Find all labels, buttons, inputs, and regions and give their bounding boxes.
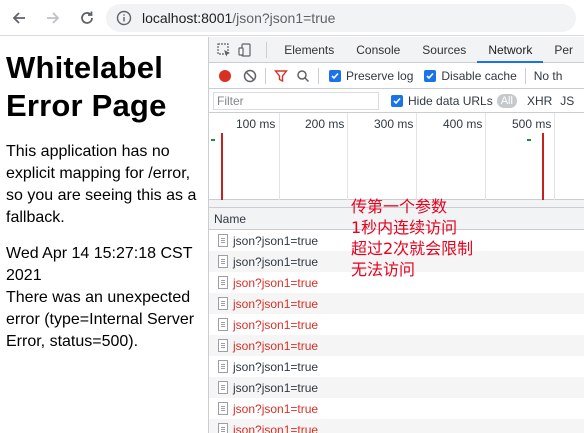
reload-icon <box>81 11 93 24</box>
forward-button[interactable] <box>40 5 66 31</box>
timeline-tick-label: 200 ms <box>305 117 345 131</box>
document-icon <box>218 255 228 268</box>
timeline-load-marker <box>221 133 223 200</box>
forward-arrow-icon <box>47 11 60 24</box>
timeline-load-marker <box>542 133 544 200</box>
request-name: json?json1=true <box>233 359 319 374</box>
request-name: json?json1=true <box>233 422 319 433</box>
toolbar-divider <box>524 67 526 84</box>
error-details: Wed Apr 14 15:27:18 CST 2021 There was a… <box>6 243 208 353</box>
filter-input[interactable]: Filter <box>213 91 379 110</box>
tab-sources[interactable]: Sources <box>411 37 477 63</box>
hide-data-urls-label: Hide data URLs <box>408 93 493 108</box>
request-name: json?json1=true <box>233 254 319 269</box>
clear-icon[interactable] <box>239 65 261 87</box>
request-name: json?json1=true <box>233 380 319 395</box>
table-row[interactable]: json?json1=true <box>209 335 584 356</box>
network-toolbar: Preserve log Disable cache No th <box>209 63 584 89</box>
document-icon <box>218 297 228 310</box>
timeline-gridline <box>485 113 486 200</box>
browser-toolbar: localhost:8001/json?json1=true <box>0 0 584 36</box>
url-path: /json?json1=true <box>232 10 336 26</box>
preserve-log-checkbox[interactable]: Preserve log <box>329 69 413 83</box>
timeline-gridline <box>554 113 555 200</box>
timeline-tick-label: 300 ms <box>374 117 414 131</box>
hide-data-urls-checkbox[interactable]: Hide data URLs <box>391 94 493 108</box>
error-timestamp: Wed Apr 14 15:27:18 CST 2021 <box>6 245 193 284</box>
info-icon[interactable] <box>116 10 132 26</box>
filter-type-all[interactable]: All <box>496 93 517 108</box>
url-text: localhost:8001/json?json1=true <box>142 10 335 26</box>
back-button[interactable] <box>6 5 32 31</box>
document-icon <box>218 339 228 352</box>
checkbox-checked-icon[interactable] <box>424 69 437 82</box>
annotation-line: 1秒内连续访问 <box>351 218 458 237</box>
address-bar[interactable]: localhost:8001/json?json1=true <box>106 4 576 32</box>
table-row[interactable]: json?json1=true <box>209 293 584 314</box>
tabbar-divider <box>266 41 268 58</box>
device-toolbar-icon[interactable] <box>235 38 257 62</box>
annotation-line: 无法访问 <box>351 260 416 279</box>
filter-icon[interactable] <box>270 65 292 87</box>
request-name: json?json1=true <box>233 317 319 332</box>
timeline-request-marker <box>527 139 531 141</box>
tab-network[interactable]: Network <box>477 37 544 63</box>
page-title: Whitelabel Error Page <box>6 50 167 123</box>
table-row[interactable]: json?json1=true <box>209 377 584 398</box>
table-row[interactable]: json?json1=true <box>209 398 584 419</box>
annotation-line: 超过2次就会限制 <box>351 239 474 258</box>
tab-console[interactable]: Console <box>345 37 411 63</box>
network-filter-bar: Filter Hide data URLs All XHR JS <box>209 89 584 113</box>
document-icon <box>218 318 228 331</box>
toolbar-divider <box>318 67 319 84</box>
toolbar-divider <box>265 67 266 84</box>
document-icon <box>218 381 228 394</box>
request-name: json?json1=true <box>233 401 319 416</box>
document-icon <box>218 360 228 373</box>
page-content: Whitelabel Error Page This application h… <box>0 37 208 433</box>
filter-type-xhr[interactable]: XHR <box>527 94 552 108</box>
annotation-note: 传第一个参数 1秒内连续访问 超过2次就会限制 无法访问 <box>351 196 473 280</box>
search-icon[interactable] <box>292 65 314 87</box>
error-message: There was an unexpected error (type=Inte… <box>6 289 195 350</box>
page-description: This application has no explicit mapping… <box>6 143 197 226</box>
timeline-gridline <box>279 113 280 200</box>
request-name: json?json1=true <box>233 296 319 311</box>
devtools-panel: Elements Console Sources Network Per Pre… <box>208 37 584 433</box>
checkbox-checked-icon[interactable] <box>329 69 341 82</box>
table-row[interactable]: json?json1=true <box>209 419 584 433</box>
timeline-tick-label: 100 ms <box>236 117 276 131</box>
filter-type-js[interactable]: JS <box>560 94 574 108</box>
timeline-request-marker <box>211 139 215 141</box>
back-arrow-icon <box>12 11 25 24</box>
tab-performance[interactable]: Per <box>543 37 584 63</box>
devtools-tabbar: Elements Console Sources Network Per <box>209 37 584 63</box>
url-host: localhost:8001 <box>142 10 233 26</box>
tab-elements[interactable]: Elements <box>273 37 345 63</box>
reload-button[interactable] <box>74 5 100 31</box>
throttling-select[interactable]: No th <box>534 69 563 83</box>
document-icon <box>218 234 228 247</box>
document-icon <box>218 402 228 415</box>
disable-cache-label: Disable cache <box>441 68 517 83</box>
annotation-line: 传第一个参数 <box>351 197 448 216</box>
timeline-gridline <box>347 113 348 200</box>
checkbox-checked-icon[interactable] <box>391 94 403 107</box>
table-row[interactable]: json?json1=true <box>209 356 584 377</box>
record-button[interactable] <box>219 69 231 82</box>
document-icon <box>218 423 228 433</box>
request-name: json?json1=true <box>233 233 319 248</box>
request-name: json?json1=true <box>233 338 319 353</box>
network-overview-timeline: 100 ms 200 ms 300 ms 400 ms 500 ms <box>209 113 584 200</box>
timeline-gridline <box>416 113 417 200</box>
request-name: json?json1=true <box>233 275 319 290</box>
document-icon <box>218 276 228 289</box>
table-row[interactable]: json?json1=true <box>209 314 584 335</box>
timeline-tick-label: 500 ms <box>512 117 552 131</box>
disable-cache-checkbox[interactable]: Disable cache <box>424 68 517 83</box>
timeline-tick-label: 400 ms <box>443 117 483 131</box>
inspect-element-icon[interactable] <box>213 38 235 62</box>
preserve-log-label: Preserve log <box>346 68 414 83</box>
